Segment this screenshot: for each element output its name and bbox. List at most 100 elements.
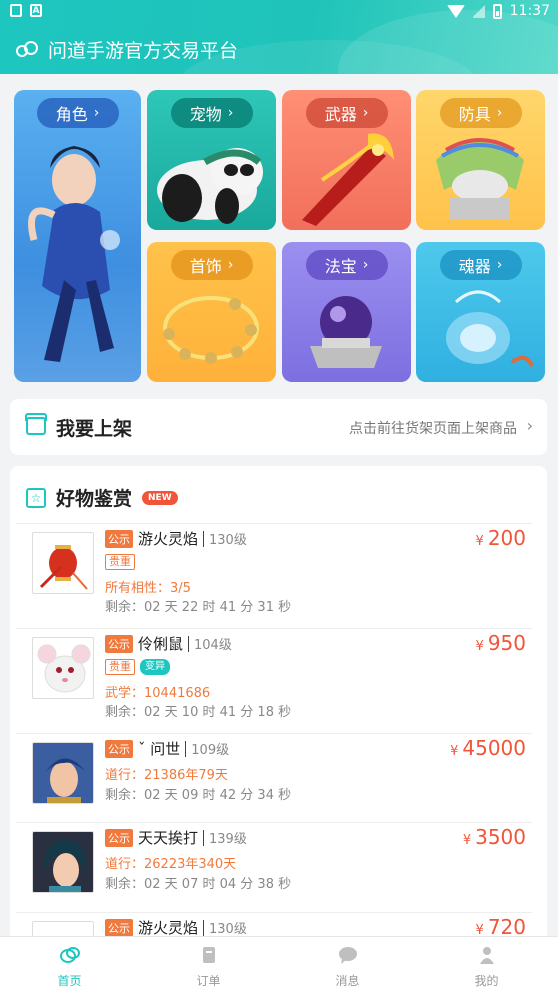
list-item[interactable]: 公示 伶俐鼠 104级 贵重 变异 武学：10441686 剩余：02 天 10… <box>16 628 532 720</box>
profile-icon <box>479 947 494 964</box>
item-attribute: 道行：26223年340天 <box>105 857 237 872</box>
role-illustration <box>28 146 120 362</box>
item-name: ˇ 问世 <box>138 740 181 758</box>
shelf-hint: 点击前往货架页面上架商品 <box>349 421 517 437</box>
category-pill: 魂器 › <box>439 250 522 280</box>
item-price: ¥950 <box>475 631 526 655</box>
public-tag: 公示 <box>105 918 133 937</box>
item-thumbnail <box>32 831 94 893</box>
tab-orders[interactable]: 订单 <box>139 937 278 992</box>
category-pill: 武器 › <box>305 98 388 128</box>
battery-icon <box>492 3 502 19</box>
category-tile-role[interactable]: 角色 › <box>14 90 141 382</box>
category-pill: 角色 › <box>36 98 119 128</box>
public-tag: 公示 <box>105 634 133 653</box>
tab-label: 我的 <box>474 974 499 988</box>
item-thumbnail <box>32 532 94 594</box>
item-remaining-time: 剩余：02 天 07 时 04 分 38 秒 <box>105 877 292 892</box>
chevron-right-icon: › <box>227 105 234 121</box>
item-level: 139级 <box>209 832 247 847</box>
app-header: A 11:37 问道手游官方交易平台 <box>0 0 558 74</box>
chevron-right-icon: › <box>496 257 503 273</box>
chevron-right-icon: › <box>362 105 369 121</box>
a-icon: A <box>30 4 42 17</box>
item-level: 104级 <box>194 638 232 653</box>
divider <box>203 829 205 846</box>
item-remaining-time: 剩余：02 天 22 时 41 分 31 秒 <box>105 600 292 615</box>
divider <box>185 740 187 757</box>
message-icon <box>338 947 357 964</box>
category-tile-jewelry[interactable]: 首饰 › <box>147 242 276 382</box>
chevron-right-icon: › <box>526 416 533 435</box>
category-pill: 防具 › <box>439 98 522 128</box>
logo-icon <box>16 40 40 59</box>
shelf-title: 我要上架 <box>56 418 133 440</box>
character-portrait <box>33 743 93 803</box>
public-tag: 公示 <box>105 529 133 548</box>
category-pill: 宠物 › <box>170 98 253 128</box>
signal-icon <box>472 4 485 18</box>
item-remaining-time: 剩余：02 天 09 时 42 分 34 秒 <box>105 788 292 803</box>
item-name: 伶俐鼠 <box>138 635 184 653</box>
order-icon <box>202 947 215 963</box>
category-tile-armor[interactable]: 防具 › <box>416 90 545 230</box>
item-thumbnail <box>32 742 94 804</box>
valuable-tag: 贵重 <box>105 554 135 570</box>
chevron-right-icon: › <box>496 105 503 121</box>
lantern-image <box>39 545 88 590</box>
list-item[interactable]: 公示 天天挨打 139级 道行：26223年340天 剩余：02 天 07 时 … <box>16 822 532 910</box>
item-remaining-time: 剩余：02 天 10 时 41 分 18 秒 <box>105 705 292 720</box>
list-item[interactable]: 公示 ˇ 问世 109级 道行：21386年79天 剩余：02 天 09 时 4… <box>16 733 532 821</box>
item-price: ¥45000 <box>450 736 526 760</box>
category-tile-soul-vessel[interactable]: 魂器 › <box>416 242 545 382</box>
app-title: 问道手游官方交易平台 <box>16 36 238 63</box>
category-pill: 法宝 › <box>305 250 388 280</box>
public-tag: 公示 <box>105 828 133 847</box>
chevron-right-icon: › <box>362 257 369 273</box>
category-tile-weapon[interactable]: 武器 › <box>282 90 411 230</box>
item-name: 游火灵焰 <box>138 530 199 548</box>
star-icon: ☆ <box>26 487 46 508</box>
tab-messages[interactable]: 消息 <box>278 937 417 992</box>
tab-label: 首页 <box>57 974 82 988</box>
item-level: 130级 <box>209 922 247 937</box>
home-icon <box>59 947 80 963</box>
public-tag: 公示 <box>105 739 133 758</box>
divider <box>203 919 205 936</box>
item-name: 天天挨打 <box>138 829 199 847</box>
tab-home[interactable]: 首页 <box>0 937 139 992</box>
goods-showcase: ☆ 好物鉴赏 NEW 公示 游火灵焰 130级 贵重 所有相性：3/5 剩余：0… <box>10 466 547 946</box>
item-level: 109级 <box>191 743 230 758</box>
item-attribute: 武学：10441686 <box>105 686 211 701</box>
item-attribute: 道行：21386年79天 <box>105 768 228 783</box>
status-time: 11:37 <box>509 3 550 19</box>
divider <box>188 635 190 652</box>
status-bar: A 11:37 <box>0 0 558 24</box>
list-item[interactable]: 公示 游火灵焰 130级 贵重 所有相性：3/5 剩余：02 天 22 时 41… <box>16 523 532 615</box>
chevron-right-icon: › <box>93 105 100 121</box>
tab-profile[interactable]: 我的 <box>417 937 556 992</box>
item-name: 游火灵焰 <box>138 919 199 937</box>
section-header: ☆ 好物鉴赏 NEW <box>26 484 178 511</box>
category-grid: 角色 › 宠物 › 武器 › 防具 › 首饰 › 法宝 › 魂器 › <box>14 90 545 382</box>
mouse-image <box>37 644 91 693</box>
app-title-text: 问道手游官方交易平台 <box>48 40 239 62</box>
tab-label: 消息 <box>335 974 360 988</box>
category-tile-magic-treasure[interactable]: 法宝 › <box>282 242 411 382</box>
list-item-shelf[interactable]: 我要上架 点击前往货架页面上架商品 › <box>10 399 547 455</box>
new-badge: NEW <box>142 490 178 505</box>
wifi-icon <box>446 4 465 18</box>
mutant-tag: 变异 <box>140 659 170 675</box>
item-thumbnail <box>32 637 94 699</box>
category-pill: 首饰 › <box>170 250 253 280</box>
item-price: ¥3500 <box>462 825 526 849</box>
valuable-tag: 贵重 <box>105 659 135 675</box>
tab-label: 订单 <box>196 974 221 988</box>
item-level: 130级 <box>209 533 247 548</box>
category-tile-pet[interactable]: 宠物 › <box>147 90 276 230</box>
item-price: ¥200 <box>475 526 526 550</box>
lock-icon <box>10 4 22 17</box>
chevron-right-icon: › <box>227 257 234 273</box>
item-attribute: 所有相性：3/5 <box>105 581 191 596</box>
shop-icon <box>25 413 47 435</box>
